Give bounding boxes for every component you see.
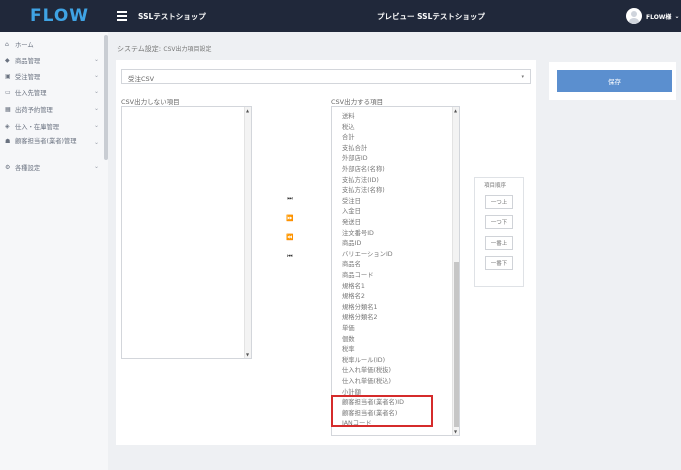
sidebar-item-label: 商品管理 — [15, 57, 41, 65]
move-right-button[interactable]: ⏩ — [284, 213, 296, 223]
csv-field-item[interactable]: 仕入れ単価(税込) — [342, 378, 391, 386]
csv-field-item[interactable]: 税率 — [342, 346, 355, 354]
scroll-down-icon[interactable]: ▼ — [454, 429, 457, 434]
user-icon: ☗ — [5, 138, 11, 145]
chevron-down-icon: ⌄ — [93, 122, 99, 129]
unused-fields-label: CSV出力しない項目 — [121, 98, 180, 106]
csv-field-item[interactable]: 商品コード — [342, 272, 373, 280]
chevron-down-icon: ⌄ — [93, 72, 99, 79]
csv-type-select[interactable]: 受注CSV ▾ — [121, 69, 531, 84]
flow-logo[interactable]: FLOW — [30, 6, 89, 26]
csv-field-item[interactable]: 商品ID — [342, 240, 361, 248]
move-bottom-button[interactable]: 一番下 — [485, 256, 513, 270]
sidebar-item-label: 仕入・在庫管理 — [15, 123, 60, 131]
chevron-down-icon: ⌄ — [93, 163, 99, 170]
used-fields-scrollbar[interactable]: ▲ ▼ — [452, 107, 459, 435]
top-bar: FLOW SSLテストショップ プレビュー SSLテストショップ FLOW様 ⌄ — [0, 0, 681, 32]
unused-fields-list[interactable]: ▲ ▼ — [121, 106, 252, 359]
sidebar-item[interactable]: ▭ 仕入先管理 ⌄ — [5, 87, 99, 97]
csv-field-item[interactable]: 発送日 — [342, 219, 361, 227]
csv-field-item[interactable]: 商品名 — [342, 261, 361, 269]
sidebar-item-label: ホーム — [15, 41, 34, 49]
chevron-down-icon: ⌄ — [93, 88, 99, 95]
order-panel-title: 項目順序 — [484, 183, 507, 189]
truck-icon: ▭ — [5, 88, 11, 96]
menu-toggle-icon[interactable] — [117, 11, 127, 21]
sidebar-item[interactable]: ▦ 出荷予約管理 ⌄ — [5, 104, 99, 114]
move-left-button[interactable]: ⏪ — [284, 232, 296, 242]
csv-field-item[interactable]: 税込 — [342, 124, 355, 132]
calendar-icon: ▦ — [5, 105, 11, 113]
scrollbar-thumb[interactable] — [454, 262, 459, 427]
home-icon: ⌂ — [5, 40, 9, 48]
csv-field-item[interactable]: 注文番号ID — [342, 230, 374, 238]
breadcrumb: システム設定: CSV出力項目設定 — [117, 45, 212, 53]
csv-field-item[interactable]: 単価 — [342, 325, 355, 333]
highlight-box — [331, 395, 433, 427]
move-all-right-button[interactable]: ⏭ — [284, 194, 296, 204]
sidebar-item-label: 受注管理 — [15, 73, 41, 81]
chevron-down-icon: ⌄ — [93, 139, 99, 146]
cart-icon: ▣ — [5, 72, 11, 80]
chevron-down-icon: ▾ — [521, 74, 524, 80]
user-name: FLOW様 — [646, 13, 672, 21]
move-all-left-button[interactable]: ⏮ — [284, 252, 296, 262]
sidebar-item[interactable]: ▣ 受注管理 ⌄ — [5, 71, 99, 81]
csv-field-item[interactable]: 規格分類名2 — [342, 314, 378, 322]
scroll-down-icon[interactable]: ▼ — [246, 352, 249, 357]
chevron-down-icon: ⌄ — [93, 56, 99, 63]
unused-fields-scrollbar[interactable]: ▲ ▼ — [244, 107, 251, 358]
sidebar-scrollbar[interactable] — [104, 35, 108, 160]
move-down-button[interactable]: 一つ下 — [485, 215, 513, 229]
csv-field-item[interactable]: 入金日 — [342, 208, 361, 216]
move-top-button[interactable]: 一番上 — [485, 236, 513, 250]
breadcrumb-section: システム設定 — [117, 45, 159, 53]
sidebar — [0, 32, 108, 470]
csv-field-item[interactable]: 支払方法(名称) — [342, 187, 385, 195]
breadcrumb-page: CSV出力項目設定 — [163, 46, 212, 53]
csv-field-item[interactable]: 税率ルール(ID) — [342, 357, 385, 365]
used-fields-label: CSV出力する項目 — [331, 98, 384, 106]
csv-field-item[interactable]: 規格名2 — [342, 293, 365, 301]
avatar-icon — [626, 8, 642, 24]
csv-field-item[interactable]: バリエーションID — [342, 251, 393, 259]
csv-field-item[interactable]: 外部店名(名称) — [342, 166, 385, 174]
used-fields-list[interactable]: 送料税込合計支払合計外部店ID 外部店名(名称) 支払方法(ID) 支払方法(名称) 受… — [331, 106, 460, 436]
tag-icon: ◆ — [5, 56, 10, 64]
csv-field-item[interactable]: 個数 — [342, 336, 355, 344]
scroll-up-icon[interactable]: ▲ — [454, 108, 457, 113]
csv-field-item[interactable]: 支払合計 — [342, 145, 367, 153]
csv-field-item[interactable]: 合計 — [342, 134, 355, 142]
sidebar-item-label: 仕入先管理 — [15, 89, 47, 97]
box-icon: ◈ — [5, 122, 10, 130]
csv-type-value: 受注CSV — [128, 75, 155, 83]
csv-field-item[interactable]: 規格名1 — [342, 283, 365, 291]
save-button[interactable]: 保存 — [557, 70, 672, 92]
gear-icon: ⚙ — [5, 163, 11, 171]
csv-field-item[interactable]: 規格分類名1 — [342, 304, 378, 312]
csv-field-item[interactable]: 支払方法(ID) — [342, 177, 379, 185]
csv-field-item[interactable]: 仕入れ単価(税抜) — [342, 367, 391, 375]
move-up-button[interactable]: 一つ上 — [485, 195, 513, 209]
csv-field-item[interactable]: 送料 — [342, 113, 355, 121]
order-panel — [474, 177, 524, 287]
shop-name: SSLテストショップ — [138, 12, 206, 21]
sidebar-item[interactable]: ☗ 顧客担当者(業者)管理 ⌄ — [5, 138, 99, 156]
scroll-up-icon[interactable]: ▲ — [246, 108, 249, 113]
sidebar-item[interactable]: ◆ 商品管理 ⌄ — [5, 55, 99, 65]
chevron-down-icon: ⌄ — [674, 12, 680, 20]
sidebar-item-label: 顧客担当者(業者)管理 — [15, 138, 77, 145]
sidebar-item[interactable]: ⌂ ホーム — [5, 39, 99, 49]
sidebar-item[interactable]: ◈ 仕入・在庫管理 ⌄ — [5, 121, 99, 131]
sidebar-item-label: 出荷予約管理 — [15, 106, 53, 114]
sidebar-item-label: 各種設定 — [15, 164, 41, 172]
preview-link[interactable]: プレビュー SSLテストショップ — [377, 11, 485, 22]
sidebar-item[interactable]: ⚙ 各種設定 ⌄ — [5, 162, 99, 172]
csv-field-item[interactable]: 外部店ID — [342, 155, 368, 163]
user-menu[interactable]: FLOW様 ⌄ — [626, 8, 679, 24]
csv-field-item[interactable]: 受注日 — [342, 198, 361, 206]
chevron-down-icon: ⌄ — [93, 105, 99, 112]
